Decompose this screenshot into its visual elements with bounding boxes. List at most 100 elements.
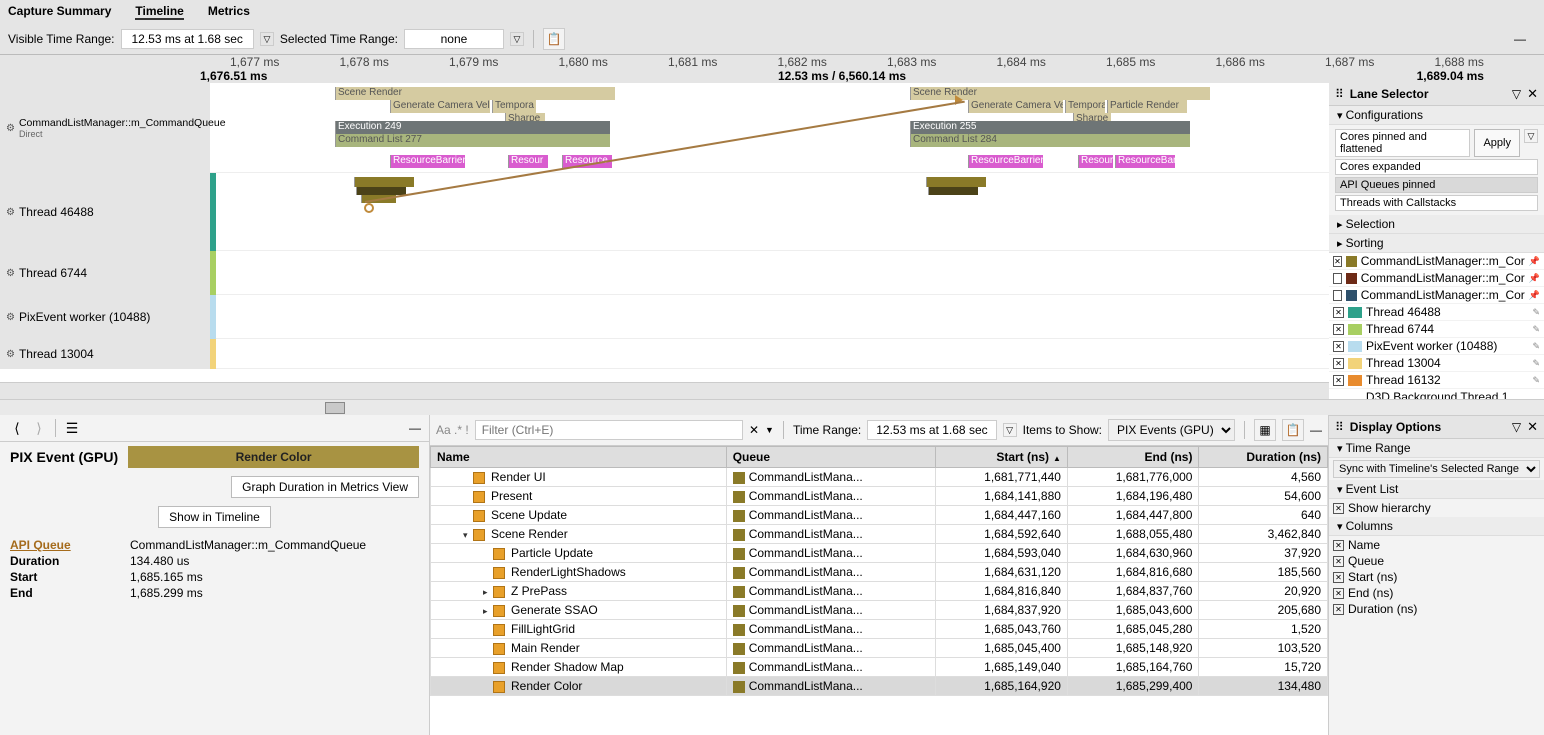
copy-icon[interactable]: 📋 — [1282, 419, 1304, 441]
gear-icon[interactable]: ⚙ — [6, 207, 15, 218]
config-option[interactable]: Threads with Callstacks — [1335, 195, 1538, 211]
pin-icon[interactable]: ✎ — [1532, 324, 1540, 335]
chevron-down-icon[interactable]: ▽ — [1512, 87, 1521, 101]
seg-tempora2[interactable]: Tempora — [1065, 100, 1105, 113]
column-checkbox[interactable]: ✕Queue — [1333, 554, 1540, 568]
table-row[interactable]: Particle UpdateCommandListMana...1,684,5… — [431, 544, 1328, 563]
col-start[interactable]: Start (ns)▲ — [936, 447, 1068, 468]
properties-icon[interactable]: ☰ — [63, 419, 81, 437]
table-row[interactable]: ▾Scene RenderCommandListMana...1,684,592… — [431, 525, 1328, 544]
column-checkbox[interactable]: ✕Duration (ns) — [1333, 602, 1540, 616]
visible-range-dropdown-icon[interactable]: ▽ — [260, 32, 274, 46]
show-in-timeline-button[interactable]: Show in Timeline — [158, 506, 271, 528]
table-row[interactable]: PresentCommandListMana...1,684,141,8801,… — [431, 487, 1328, 506]
gear-icon[interactable]: ⚙ — [6, 349, 15, 360]
time-range-dropdown-icon[interactable]: ▽ — [1003, 423, 1017, 437]
lane-item[interactable]: ✕Thread 46488✎ — [1329, 304, 1544, 321]
grip-icon[interactable]: ⠿ — [1335, 420, 1344, 434]
clear-filter-icon[interactable]: ✕ — [749, 423, 759, 437]
col-end[interactable]: End (ns) — [1067, 447, 1199, 468]
lane-checkbox[interactable]: ✕ — [1333, 375, 1344, 386]
seg-resour1[interactable]: Resour — [508, 155, 548, 168]
minimize-icon[interactable]: — — [1514, 32, 1526, 46]
show-hierarchy-checkbox[interactable]: ✕Show hierarchy — [1333, 501, 1540, 515]
col-duration[interactable]: Duration (ns) — [1199, 447, 1328, 468]
lane-item[interactable]: ✕Thread 13004✎ — [1329, 355, 1544, 372]
table-row[interactable]: Render Shadow MapCommandListMana...1,685… — [431, 658, 1328, 677]
lane-checkbox[interactable]: ✕ — [1333, 256, 1342, 267]
config-option[interactable]: Cores expanded — [1335, 159, 1538, 175]
config-option[interactable]: Cores pinned and flattened — [1335, 129, 1470, 157]
gear-icon[interactable]: ⚙ — [6, 312, 15, 323]
chevron-down-icon[interactable]: ▽ — [1512, 420, 1521, 434]
selected-range-dropdown-icon[interactable]: ▽ — [510, 32, 524, 46]
table-row[interactable]: RenderLightShadowsCommandListMana...1,68… — [431, 563, 1328, 582]
lane-checkbox[interactable] — [1333, 290, 1342, 301]
marker[interactable] — [928, 187, 978, 195]
pin-icon[interactable]: ✎ — [1532, 341, 1540, 352]
apply-button[interactable]: Apply — [1474, 129, 1520, 157]
seg-exec255[interactable]: Execution 255 — [910, 121, 1190, 134]
nav-back-icon[interactable]: ⟨ — [8, 419, 26, 437]
config-section-header[interactable]: ▾ Configurations — [1329, 106, 1544, 125]
seg-tempora[interactable]: Tempora — [492, 100, 536, 113]
filter-dropdown-icon[interactable]: ▼ — [765, 425, 774, 435]
tab-capture-summary[interactable]: Capture Summary — [8, 4, 111, 20]
table-row[interactable]: ▸Generate SSAOCommandListMana...1,684,83… — [431, 601, 1328, 620]
marker[interactable] — [354, 177, 414, 187]
close-icon[interactable]: ✕ — [1527, 86, 1538, 102]
table-row[interactable]: Render ColorCommandListMana...1,685,164,… — [431, 677, 1328, 696]
tab-timeline[interactable]: Timeline — [135, 4, 183, 20]
config-option[interactable]: API Queues pinned — [1335, 177, 1538, 193]
seg-resour2[interactable]: Resour — [1078, 155, 1113, 168]
sorting-section-header[interactable]: ▸ Sorting — [1329, 234, 1544, 253]
gear-icon[interactable]: ⚙ — [6, 123, 15, 134]
timeline-hscroll[interactable] — [0, 399, 1544, 415]
marker[interactable] — [926, 177, 986, 187]
table-row[interactable]: FillLightGridCommandListMana...1,685,043… — [431, 620, 1328, 639]
lane-item[interactable]: ✕CommandListManager::m_Cor📌 — [1329, 253, 1544, 270]
column-checkbox[interactable]: ✕Name — [1333, 538, 1540, 552]
seg-gen-cam[interactable]: Generate Camera Velo — [390, 100, 490, 113]
lane-item[interactable]: CommandListManager::m_Cor📌 — [1329, 287, 1544, 304]
apply-dropdown-icon[interactable]: ▽ — [1524, 129, 1538, 143]
seg-exec249[interactable]: Execution 249 — [335, 121, 610, 134]
table-row[interactable]: Scene UpdateCommandListMana...1,684,447,… — [431, 506, 1328, 525]
seg-resbar1[interactable]: ResourceBarrier — [390, 155, 465, 168]
column-checkbox[interactable]: ✕End (ns) — [1333, 586, 1540, 600]
column-checkbox[interactable]: ✕Start (ns) — [1333, 570, 1540, 584]
pin-icon[interactable]: ✎ — [1532, 307, 1540, 318]
items-to-show-select[interactable]: PIX Events (GPU) — [1108, 419, 1235, 441]
col-name[interactable]: Name — [431, 447, 727, 468]
clipboard-button[interactable]: 📋 — [543, 28, 565, 50]
lane-item[interactable]: ✕Thread 16132✎ — [1329, 372, 1544, 389]
filter-input[interactable] — [475, 420, 743, 440]
lane-checkbox[interactable]: ✕ — [1333, 341, 1344, 352]
time-range-section[interactable]: ▾ Time Range — [1329, 439, 1544, 458]
pin-icon[interactable]: ✎ — [1532, 375, 1540, 386]
lane-item[interactable]: ✕PixEvent worker (10488)✎ — [1329, 338, 1544, 355]
seg-resbar3[interactable]: ResourceBarrier — [1115, 155, 1175, 168]
event-list-section[interactable]: ▾ Event List — [1329, 480, 1544, 499]
api-queue-link[interactable]: API Queue — [10, 538, 130, 552]
pin-icon[interactable]: ✎ — [1532, 358, 1540, 369]
lane-item[interactable]: CommandListManager::m_Cor📌 — [1329, 270, 1544, 287]
time-range-value[interactable]: 12.53 ms at 1.68 sec — [867, 420, 996, 440]
grip-icon[interactable]: ⠿ — [1335, 87, 1344, 101]
lane-checkbox[interactable] — [1333, 273, 1342, 284]
table-row[interactable]: Render UICommandListMana...1,681,771,440… — [431, 468, 1328, 487]
graph-duration-button[interactable]: Graph Duration in Metrics View — [231, 476, 419, 498]
table-view-icon[interactable]: ▦ — [1254, 419, 1276, 441]
nav-forward-icon[interactable]: ⟩ — [30, 419, 48, 437]
close-icon[interactable]: ✕ — [1527, 419, 1538, 435]
columns-section[interactable]: ▾ Columns — [1329, 517, 1544, 536]
seg-gen-cam2[interactable]: Generate Camera Velo — [968, 100, 1063, 113]
seg-scene-render[interactable]: Scene Render — [335, 87, 615, 100]
tab-metrics[interactable]: Metrics — [208, 4, 250, 20]
time-range-sync-select[interactable]: Sync with Timeline's Selected Range — [1333, 460, 1540, 478]
minimize-icon[interactable]: — — [1310, 423, 1322, 437]
filter-mode-label[interactable]: Aa .* ! — [436, 423, 469, 437]
lane-checkbox[interactable]: ✕ — [1333, 307, 1344, 318]
minimize-icon[interactable]: — — [409, 421, 421, 435]
marker[interactable] — [356, 187, 406, 195]
